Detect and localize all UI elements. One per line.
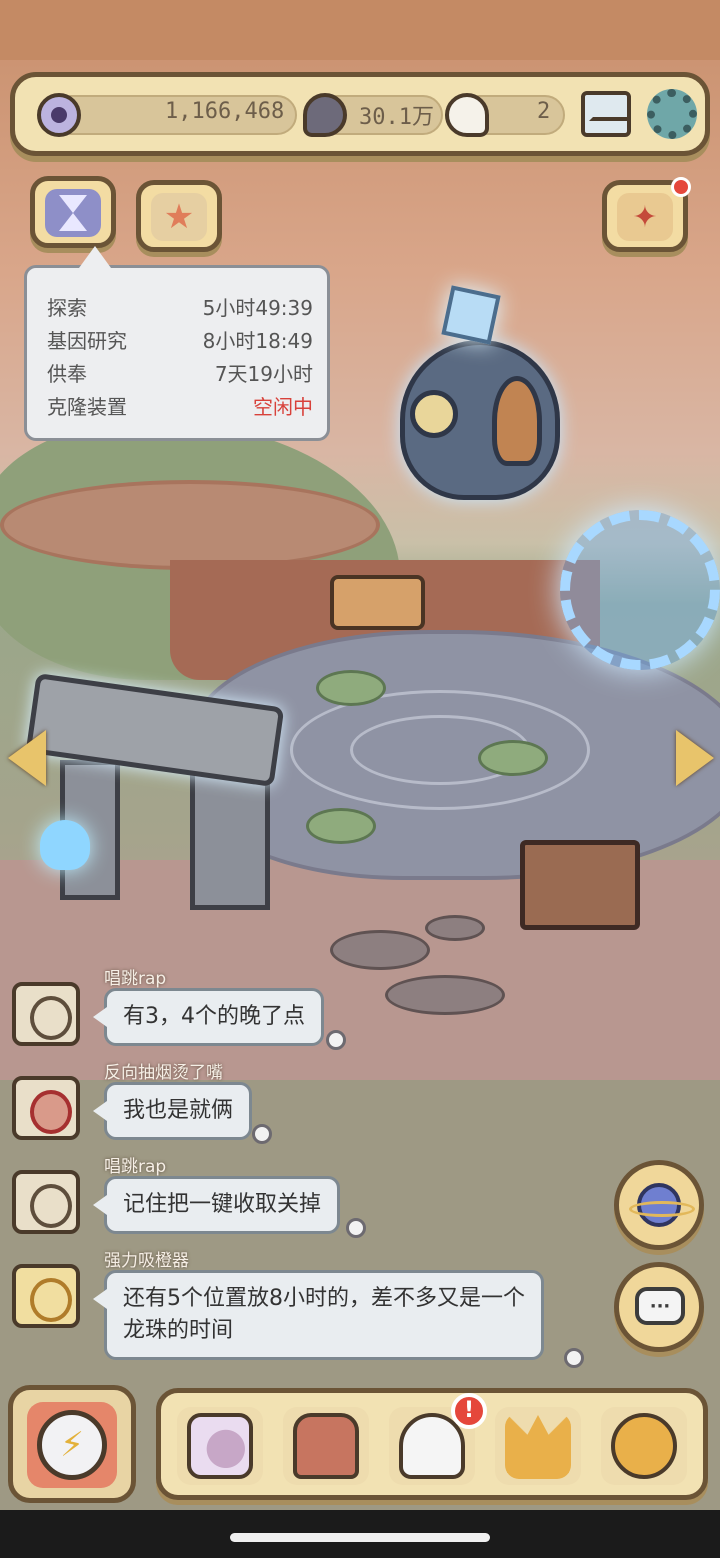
avatar[interactable]	[12, 1264, 80, 1328]
coin-icon	[611, 1413, 677, 1479]
avatar[interactable]	[12, 1076, 80, 1140]
lily-pad	[306, 808, 376, 844]
nav-snail[interactable]	[177, 1407, 263, 1485]
chat-button[interactable]: ···	[614, 1262, 704, 1352]
boost-button-face: ⚡	[27, 1402, 117, 1488]
dark-bubble-value: 30.1万	[359, 105, 434, 130]
timer-status-idle: 空闲中	[253, 395, 313, 419]
chat-message: 唱跳rap 有3，4个的晚了点	[12, 969, 592, 1064]
stone-altar[interactable]	[25, 672, 285, 930]
chat-message: 反向抽烟烫了嘴 我也是就俩	[12, 1063, 592, 1158]
glowing-cube	[441, 285, 501, 345]
chat-text: 我也是就俩	[123, 1098, 234, 1123]
bubble-tail	[252, 1124, 272, 1144]
timer-label: 基因研究	[47, 329, 127, 353]
party-popper-icon: ✦	[617, 193, 673, 241]
blue-flame	[40, 820, 90, 870]
gear-icon[interactable]	[647, 89, 697, 139]
chat-text-line: 龙珠的时间	[123, 1318, 234, 1343]
nav-pyramid[interactable]	[495, 1407, 581, 1485]
bubble-tail	[326, 1030, 346, 1050]
clone-machine[interactable]	[380, 285, 580, 520]
resource-bar: 1,166,468 30.1万 2	[10, 72, 710, 156]
timer-label: 供奉	[47, 362, 87, 386]
starfish-icon: ★	[151, 193, 207, 241]
chat-message: 强力吸橙器 还有5个位置放8小时的，差不多又是一个 龙珠的时间	[12, 1251, 592, 1376]
home-indicator[interactable]	[230, 1533, 490, 1542]
chat-sender-name: 唱跳rap	[104, 969, 167, 989]
timer-label: 克隆装置	[47, 395, 127, 419]
alert-badge: !	[451, 1393, 487, 1429]
chat-text: 有3，4个的晚了点	[123, 1004, 305, 1029]
scroll-right-arrow[interactable]	[676, 730, 714, 786]
chat-text: 记住把一键收取关掉	[123, 1192, 322, 1217]
machine-door	[492, 376, 542, 466]
gear-portal[interactable]	[560, 510, 720, 670]
stepping-stone	[425, 915, 485, 941]
chat-sender-name: 唱跳rap	[104, 1157, 167, 1177]
lily-pad	[478, 740, 548, 776]
eye-icon[interactable]	[37, 93, 81, 137]
chat-sender-name: 反向抽烟烫了嘴	[104, 1063, 223, 1083]
chat-text-line: 还有5个位置放8小时的，差不多又是一个	[123, 1286, 525, 1311]
timer-value: 5小时49:39	[202, 296, 313, 320]
boost-button[interactable]: ⚡	[8, 1385, 136, 1503]
backpack-icon	[293, 1413, 359, 1479]
chat-bubble: 还有5个位置放8小时的，差不多又是一个 龙珠的时间	[93, 1270, 544, 1360]
eye-points-value: 1,166,468	[165, 99, 285, 124]
chat-bubble: 我也是就俩	[92, 1082, 253, 1140]
bubble-tail	[346, 1218, 366, 1238]
timer-row-offering: 供奉 7天19小时	[47, 358, 313, 390]
sky-band	[0, 0, 720, 60]
wooden-sign[interactable]	[330, 575, 425, 630]
chat-icon: ···	[635, 1287, 685, 1325]
notification-dot	[671, 177, 691, 197]
lily-pad	[316, 670, 386, 706]
timers-tooltip: 探索 5小时49:39 基因研究 8小时18:49 供奉 7天19小时 克隆装置…	[24, 246, 330, 441]
timer-value: 8小时18:49	[202, 329, 313, 353]
chat-bubble: 记住把一键收取关掉	[92, 1176, 341, 1234]
snail-icon	[187, 1413, 253, 1479]
dark-bubble-icon[interactable]	[303, 93, 347, 137]
chat-bubble: 有3，4个的晚了点	[93, 988, 324, 1046]
hourglass-icon	[45, 189, 101, 237]
timer-label: 探索	[47, 296, 87, 320]
chat-sender-name: 强力吸橙器	[104, 1251, 189, 1271]
mud-puddle	[0, 480, 380, 570]
avatar[interactable]	[12, 982, 80, 1046]
timer-row-gene-research: 基因研究 8小时18:49	[47, 325, 313, 357]
event-button[interactable]: ✦	[602, 177, 691, 252]
pyramid-eye-icon	[505, 1413, 571, 1479]
bubble-tail	[564, 1348, 584, 1368]
favorites-button[interactable]: ★	[136, 180, 222, 252]
stepping-stone	[330, 930, 430, 970]
avatar[interactable]	[12, 1170, 80, 1234]
compass-lightning-icon: ⚡	[37, 1410, 107, 1480]
light-bubble-icon[interactable]	[445, 93, 489, 137]
timers-button[interactable]	[30, 176, 116, 248]
timer-row-clone-device: 克隆装置 空闲中	[47, 391, 313, 423]
mine-cart[interactable]	[520, 840, 640, 930]
light-bubble-value: 2	[537, 99, 551, 124]
scroll-left-arrow[interactable]	[8, 730, 46, 786]
timer-value: 7天19小时	[214, 362, 313, 386]
planet-button[interactable]	[614, 1160, 704, 1250]
nav-statue[interactable]: !	[389, 1393, 487, 1485]
mail-icon[interactable]	[581, 91, 631, 137]
bottom-nav-bar: !	[156, 1388, 708, 1500]
timer-row-explore: 探索 5小时49:39	[47, 292, 313, 324]
altar-pillar-right	[190, 770, 270, 910]
nav-backpack[interactable]	[283, 1407, 369, 1485]
planet-icon	[629, 1183, 695, 1227]
machine-window	[410, 390, 458, 438]
chat-message: 唱跳rap 记住把一键收取关掉	[12, 1157, 592, 1252]
nav-coin[interactable]	[601, 1407, 687, 1485]
